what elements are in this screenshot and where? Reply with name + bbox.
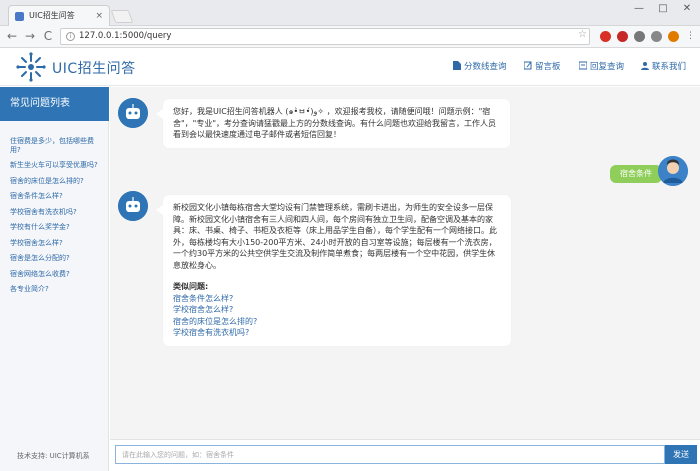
camera-extension-icon[interactable] [651, 31, 662, 42]
similar-questions-title: 类似问题: [173, 282, 209, 291]
bot-answer-bubble: 新校园文化小镇每栋宿舍大堂均设有门禁管理系统，需刷卡进出，为师生的安全设多一层保… [156, 195, 511, 346]
forward-icon[interactable]: → [22, 28, 38, 44]
faq-item[interactable]: 学校宿舍有洗衣机吗? [10, 208, 104, 217]
faq-item[interactable]: 宿舍的床位是怎么排的? [10, 177, 104, 186]
bot-greeting-bubble: 您好，我是UIC招生问答机器人 (๑•̀ㅂ•́)و✧ ，欢迎报考我校，请随便问哦… [156, 99, 510, 148]
browser-tabstrip: UIC招生问答 × — □ ✕ [0, 0, 700, 26]
similar-question-link[interactable]: 学校宿舍有洗衣机吗? [173, 327, 501, 339]
info-icon[interactable]: i [66, 32, 75, 41]
extension-icon[interactable] [668, 31, 679, 42]
tech-support-footer: 技术支持: UIC计算机系 [17, 452, 90, 460]
extension-icon[interactable] [634, 31, 645, 42]
tab-title: UIC招生问答 [29, 11, 75, 20]
back-icon[interactable]: ← [4, 28, 20, 44]
minimize-icon[interactable]: — [628, 3, 650, 14]
user-message-bubble: 宿舍条件 [610, 165, 668, 183]
nav-label: 分数线查询 [464, 62, 507, 72]
faq-item[interactable]: 学校有什么奖学金? [10, 223, 104, 232]
faq-item[interactable]: 宿舍网络怎么收费? [10, 270, 104, 279]
user-message-text: 宿舍条件 [620, 169, 652, 178]
edit-icon [524, 61, 532, 70]
reload-icon[interactable]: C [40, 28, 56, 44]
faq-item[interactable]: 学校宿舍怎么样? [10, 239, 104, 248]
nav-reply-query[interactable]: 回复查询 [579, 60, 624, 72]
bot-avatar-icon [118, 98, 148, 128]
site-header: UIC招生问答 分数线查询 留言板 回复查询 联系我们 [0, 48, 700, 86]
maximize-icon[interactable]: □ [652, 3, 674, 14]
browser-toolbar: ← → C i 127.0.0.1:5000/query ☆ ⋮ [0, 26, 700, 48]
question-input[interactable] [115, 445, 665, 464]
new-tab-button[interactable] [110, 10, 134, 23]
browser-tab[interactable]: UIC招生问答 × [8, 5, 110, 26]
similar-question-link[interactable]: 宿舍条件怎么样? [173, 293, 501, 305]
bookmark-star-icon[interactable]: ☆ [578, 29, 587, 40]
bot-greeting-text: 您好，我是UIC招生问答机器人 (๑•̀ㅂ•́)و✧ ，欢迎报考我校，请随便问哦… [173, 107, 497, 139]
sidebar-title: 常见问题列表 [0, 87, 109, 121]
nav-label: 留言板 [535, 62, 561, 72]
faq-item[interactable]: 宿舍是怎么分配的? [10, 254, 104, 263]
nav-label: 回复查询 [590, 62, 625, 72]
faq-sidebar: 常见问题列表 住宿费是多少，包括哪些费用? 新生坐火车可以享受优惠吗? 宿舍的床… [0, 87, 109, 471]
faq-item[interactable]: 住宿费是多少，包括哪些费用? [10, 137, 104, 154]
bot-answer-text: 新校园文化小镇每栋宿舍大堂均设有门禁管理系统，需刷卡进出，为师生的安全设多一层保… [173, 203, 497, 270]
logo-icon[interactable] [16, 52, 46, 82]
reply-icon [579, 61, 587, 70]
menu-icon[interactable]: ⋮ [685, 31, 696, 42]
bot-avatar-icon [118, 191, 148, 221]
nav-message-board[interactable]: 留言板 [524, 60, 561, 72]
faq-item[interactable]: 宿舍条件怎么样? [10, 192, 104, 201]
nav-label: 联系我们 [652, 62, 687, 72]
extension-icon[interactable] [617, 31, 628, 42]
url-text: 127.0.0.1:5000/query [79, 31, 172, 41]
faq-item[interactable]: 新生坐火车可以享受优惠吗? [10, 161, 104, 170]
message-input-bar: 发送 [110, 439, 700, 471]
nav-score-query[interactable]: 分数线查询 [453, 60, 507, 72]
contacts-icon [641, 62, 649, 70]
send-button[interactable]: 发送 [665, 445, 697, 464]
faq-item[interactable]: 各专业简介? [10, 285, 104, 294]
document-icon [453, 61, 461, 70]
adblock-extension-icon[interactable] [600, 31, 611, 42]
user-avatar-icon [658, 156, 688, 186]
close-window-icon[interactable]: ✕ [676, 3, 698, 14]
chat-panel: 您好，我是UIC招生问答机器人 (๑•̀ㅂ•́)و✧ ，欢迎报考我校，请随便问哦… [110, 87, 700, 439]
similar-question-link[interactable]: 学校宿舍怎么样? [173, 304, 501, 316]
nav-contact-us[interactable]: 联系我们 [641, 60, 686, 72]
faq-list: 住宿费是多少，包括哪些费用? 新生坐火车可以享受优惠吗? 宿舍的床位是怎么排的?… [10, 137, 104, 301]
site-logo-text[interactable]: UIC招生问答 [52, 58, 136, 78]
address-bar[interactable]: i 127.0.0.1:5000/query [60, 28, 590, 45]
favicon-icon [15, 12, 24, 21]
tab-close-icon[interactable]: × [95, 6, 103, 26]
similar-question-link[interactable]: 宿舍的床位是怎么排的? [173, 316, 501, 328]
